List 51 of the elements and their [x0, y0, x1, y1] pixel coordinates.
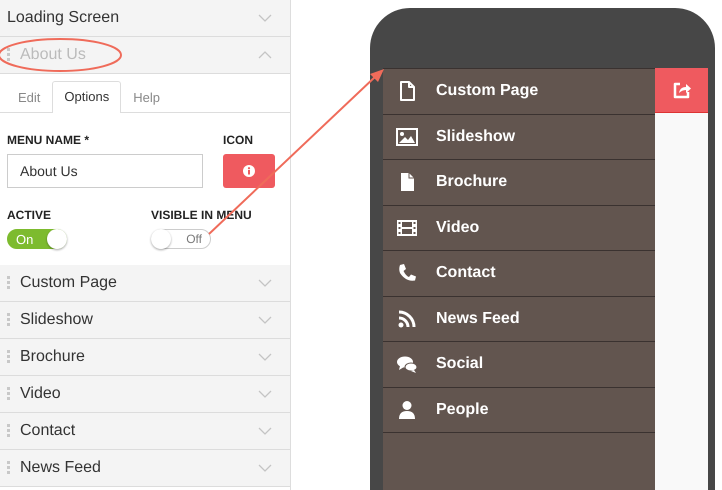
section-header[interactable]: News Feed — [0, 450, 290, 487]
image-icon — [396, 126, 418, 148]
field-label: MENU NAME * — [7, 133, 90, 147]
menu-item[interactable]: Social — [383, 342, 655, 388]
share-icon — [672, 80, 692, 100]
chevron-down-icon[interactable] — [258, 14, 272, 22]
chevron-down-icon[interactable] — [258, 353, 272, 361]
rss-icon — [396, 308, 418, 330]
section-header[interactable]: Contact — [0, 413, 290, 450]
chevron-down-icon[interactable] — [258, 316, 272, 324]
section-title: Custom Page — [20, 274, 118, 292]
chevron-down-icon[interactable] — [258, 427, 272, 435]
info-icon — [243, 165, 255, 177]
drag-handle-icon[interactable] — [7, 387, 10, 401]
drag-handle-icon[interactable] — [7, 48, 10, 62]
field-label: ACTIVE — [7, 208, 52, 222]
section-header[interactable]: Custom Page — [0, 265, 290, 302]
section-header[interactable]: Loading Screen — [0, 0, 290, 37]
menu-item[interactable]: News Feed — [383, 296, 655, 342]
drag-handle-icon[interactable] — [7, 313, 10, 327]
section-header[interactable]: Slideshow — [0, 302, 290, 339]
menu-name-field[interactable]: About Us — [7, 154, 203, 188]
section-title: Contact — [20, 422, 76, 440]
menu-item[interactable]: Brochure — [383, 160, 655, 206]
section-header[interactable]: Video — [0, 376, 290, 413]
tab[interactable]: Help — [121, 82, 172, 113]
tab[interactable]: Options — [52, 81, 122, 113]
chevron-down-icon[interactable] — [258, 464, 272, 472]
visible-toggle[interactable]: Off — [151, 229, 211, 249]
share-button[interactable] — [655, 68, 708, 113]
section-title: News Feed — [20, 459, 102, 477]
chevron-down-icon[interactable] — [258, 279, 272, 287]
drag-handle-icon[interactable] — [7, 461, 10, 475]
drag-handle-icon[interactable] — [7, 424, 10, 438]
section-title: Brochure — [20, 348, 86, 366]
section-title: Loading Screen — [7, 9, 120, 27]
icon-picker-button[interactable] — [223, 154, 275, 188]
section-title: About Us — [20, 46, 87, 64]
drag-handle-icon[interactable] — [7, 350, 10, 364]
menu-item[interactable]: Slideshow — [383, 114, 655, 160]
menu-item[interactable]: People — [383, 388, 655, 433]
chevron-down-icon[interactable] — [258, 390, 272, 398]
tab[interactable]: Edit — [6, 82, 52, 113]
chevron-up-icon[interactable] — [258, 51, 272, 59]
person-icon — [396, 398, 418, 421]
section-title: Slideshow — [20, 311, 94, 329]
section-header[interactable]: Brochure — [0, 339, 290, 376]
field-label: ICON — [223, 133, 254, 147]
menu-item[interactable]: Video — [383, 206, 655, 251]
section-title: Video — [20, 385, 62, 403]
drag-handle-icon[interactable] — [7, 276, 10, 290]
